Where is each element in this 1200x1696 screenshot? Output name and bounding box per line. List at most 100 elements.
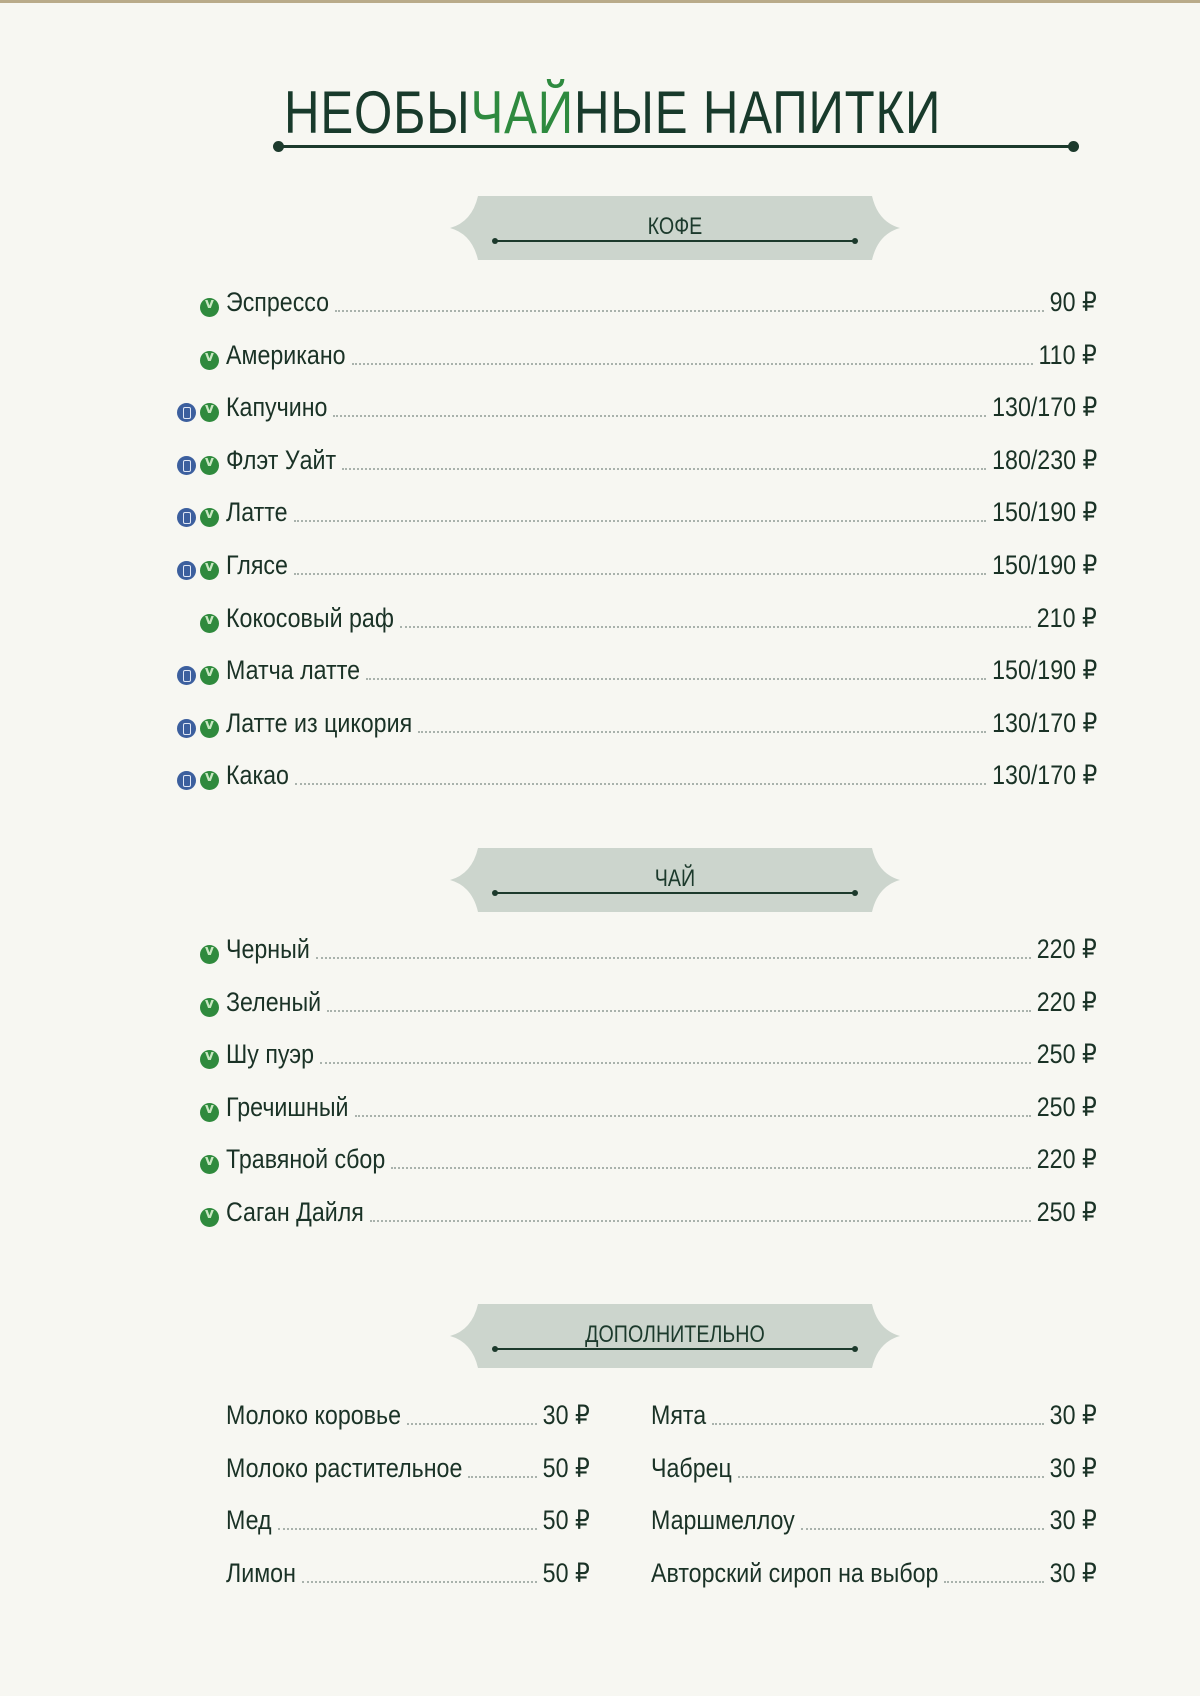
vegan-v-icon	[200, 296, 219, 317]
vegan-v-icon	[200, 454, 219, 475]
menu-item: Флэт Уайт 180/230 ₽	[226, 444, 1097, 480]
menu-item: Мед 50 ₽	[226, 1504, 590, 1540]
menu-item-name: Зеленый	[226, 987, 322, 1017]
menu-item-price: 130/170 ₽	[991, 708, 1097, 738]
section-banner-coffee: КОФЕ	[450, 196, 900, 260]
menu-item: Мята 30 ₽	[651, 1399, 1097, 1435]
vegan-v-icon	[200, 943, 219, 964]
dotted-leader	[294, 783, 986, 785]
menu-item-price: 220 ₽	[1037, 934, 1097, 964]
menu-item-name: Латте	[226, 497, 288, 527]
dotted-leader	[342, 468, 986, 470]
dotted-leader	[293, 573, 986, 575]
menu-item-price: 250 ₽	[1037, 1039, 1097, 1069]
section-banner-tea: ЧАЙ	[450, 848, 900, 912]
menu-item-price: 210 ₽	[1037, 603, 1097, 633]
section-title-tea: ЧАЙ	[654, 865, 696, 892]
menu-item: Кокосовый раф 210 ₽	[226, 602, 1097, 638]
menu-item-name: Гречишный	[226, 1092, 349, 1122]
title-accent: ЧАЙ	[470, 79, 574, 146]
dotted-leader	[399, 626, 1032, 628]
milk-bottle-icon	[177, 456, 196, 475]
vegan-v-icon	[200, 664, 219, 685]
menu-item-price: 50 ₽	[542, 1558, 590, 1588]
title-rule-dot-left	[273, 141, 284, 152]
menu-item: Авторский сироп на выбор 30 ₽	[651, 1557, 1097, 1593]
menu-item: Капучино 130/170 ₽	[226, 391, 1097, 427]
menu-item-name: Матча латте	[226, 655, 360, 685]
menu-item-name: Молоко растительное	[226, 1453, 463, 1483]
menu-item-name: Латте из цикория	[226, 708, 413, 738]
menu-item-name: Маршмеллоу	[651, 1505, 795, 1535]
menu-item-name: Чабрец	[651, 1453, 732, 1483]
menu-item-price: 130/170 ₽	[991, 760, 1097, 790]
dotted-leader	[333, 415, 986, 417]
menu-item: Какао 130/170 ₽	[226, 759, 1097, 795]
menu-item: Американо 110 ₽	[226, 339, 1097, 375]
vegan-v-icon	[200, 996, 219, 1017]
vegan-v-icon	[200, 612, 219, 633]
vegan-v-icon	[200, 559, 219, 580]
menu-item-name: Кокосовый раф	[226, 603, 394, 633]
menu-item: Черный 220 ₽	[226, 933, 1097, 969]
menu-item: Молоко растительное 50 ₽	[226, 1452, 590, 1488]
dotted-leader	[320, 1062, 1032, 1064]
menu-item-name: Глясе	[226, 550, 288, 580]
menu-item-price: 250 ₽	[1037, 1197, 1097, 1227]
dotted-leader	[737, 1476, 1044, 1478]
dotted-leader	[335, 310, 1044, 312]
menu-item-name: Какао	[226, 760, 289, 790]
dotted-leader	[365, 678, 986, 680]
menu-item: Шу пуэр 250 ₽	[226, 1038, 1097, 1074]
menu-item: Глясе 150/190 ₽	[226, 549, 1097, 585]
menu-item-price: 30 ₽	[1049, 1400, 1097, 1430]
vegan-v-icon	[200, 1101, 219, 1122]
menu-item-price: 150/190 ₽	[991, 655, 1097, 685]
vegan-v-icon	[200, 401, 219, 422]
menu-item-price: 50 ₽	[542, 1453, 590, 1483]
dotted-leader	[369, 1220, 1032, 1222]
vegan-v-icon	[200, 1153, 219, 1174]
menu-item-name: Шу пуэр	[226, 1039, 315, 1069]
menu-item-price: 30 ₽	[542, 1400, 590, 1430]
menu-item-name: Молоко коровье	[226, 1400, 402, 1430]
menu-item: Латте 150/190 ₽	[226, 496, 1097, 532]
dotted-leader	[351, 363, 1033, 365]
menu-item-name: Лимон	[226, 1558, 296, 1588]
vegan-v-icon	[200, 506, 219, 527]
title-rule-dot-right	[1068, 141, 1079, 152]
menu-item-price: 220 ₽	[1037, 1144, 1097, 1174]
menu-item-name: Капучино	[226, 392, 328, 422]
menu-item-name: Флэт Уайт	[226, 445, 337, 475]
menu-item-price: 180/230 ₽	[991, 445, 1097, 475]
menu-item: Гречишный 250 ₽	[226, 1091, 1097, 1127]
vegan-v-icon	[200, 349, 219, 370]
menu-item-price: 250 ₽	[1037, 1092, 1097, 1122]
milk-bottle-icon	[177, 719, 196, 738]
menu-item-price: 30 ₽	[1049, 1453, 1097, 1483]
menu-item-name: Травяной сбор	[226, 1144, 386, 1174]
dotted-leader	[315, 957, 1032, 959]
menu-item-name: Саган Дайля	[226, 1197, 364, 1227]
menu-item: Зеленый 220 ₽	[226, 986, 1097, 1022]
vegan-v-icon	[200, 717, 219, 738]
menu-item-price: 150/190 ₽	[991, 550, 1097, 580]
menu-item: Молоко коровье 30 ₽	[226, 1399, 590, 1435]
dotted-leader	[407, 1423, 537, 1425]
menu-item-name: Эспрессо	[226, 287, 330, 317]
menu-item-name: Мед	[226, 1505, 272, 1535]
menu-item-price: 150/190 ₽	[991, 497, 1097, 527]
menu-item-price: 30 ₽	[1049, 1558, 1097, 1588]
dotted-leader	[391, 1167, 1032, 1169]
dotted-leader	[277, 1528, 537, 1530]
menu-item: Лимон 50 ₽	[226, 1557, 590, 1593]
menu-item-price: 130/170 ₽	[991, 392, 1097, 422]
menu-item-price: 50 ₽	[542, 1505, 590, 1535]
title-part-1: НЕОБЫ	[283, 79, 471, 146]
dotted-leader	[944, 1581, 1044, 1583]
page-title: НЕОБЫЧАЙНЫЕ НАПИТКИ	[121, 78, 1105, 147]
milk-bottle-icon	[177, 666, 196, 685]
title-underline	[273, 141, 1079, 152]
milk-bottle-icon	[177, 561, 196, 580]
menu-item: Саган Дайля 250 ₽	[226, 1196, 1097, 1232]
